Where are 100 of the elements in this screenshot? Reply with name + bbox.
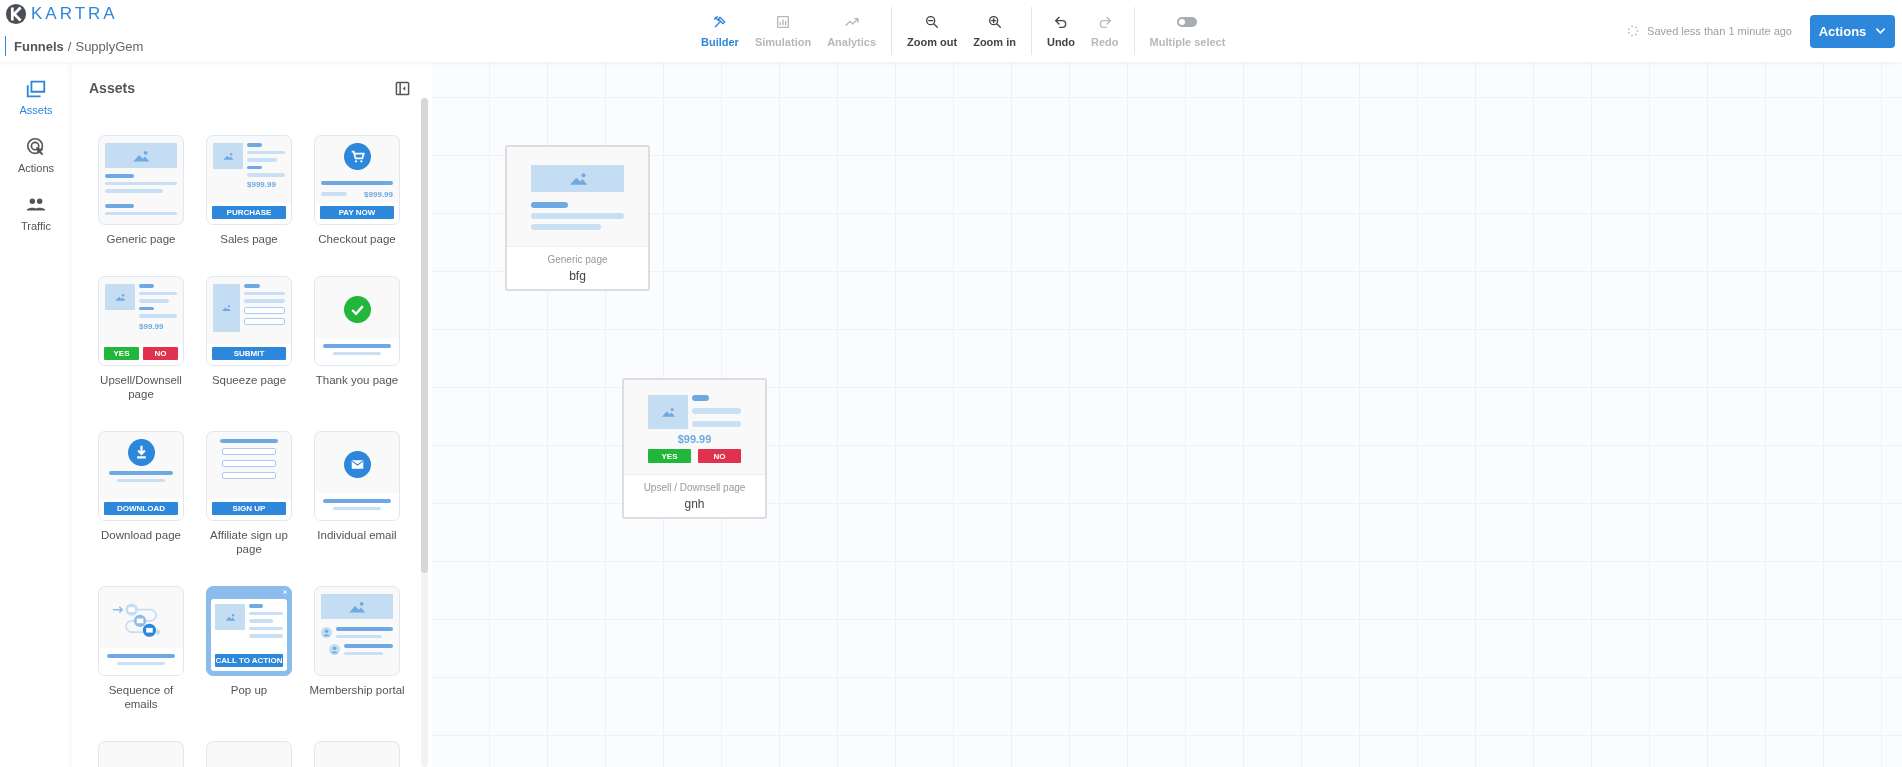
- text-lines-drawing: [344, 644, 393, 655]
- text-lines-drawing: [321, 181, 393, 185]
- button-preview: DOWNLOAD: [104, 502, 178, 515]
- price-text: $99.99: [676, 433, 713, 445]
- asset-label: Membership portal: [309, 683, 405, 697]
- asset-tile[interactable]: [98, 586, 184, 676]
- input-placeholder: [222, 447, 276, 455]
- sidebar-item[interactable]: Traffic: [6, 194, 66, 232]
- logo-icon: [5, 3, 27, 25]
- asset-label: Individual email: [316, 528, 398, 542]
- asset-tile[interactable]: $999.99 PURCHASE: [206, 135, 292, 225]
- envelope-icon: [343, 450, 371, 478]
- text-lines-drawing: [249, 604, 283, 638]
- text-lines-drawing: [105, 174, 177, 215]
- button-preview: PURCHASE: [212, 206, 286, 219]
- zoom-in-icon: [986, 14, 1003, 30]
- asset-tile[interactable]: [314, 276, 400, 366]
- asset-label: Generic page: [105, 232, 177, 246]
- price-text: $999.99: [247, 179, 277, 189]
- image-placeholder: [215, 604, 245, 630]
- page-node[interactable]: Generic page bfg: [505, 145, 650, 291]
- text-lines-drawing: [323, 344, 391, 355]
- asset-tile[interactable]: SIGN UP: [206, 431, 292, 521]
- asset-label: Sales page: [219, 232, 279, 246]
- avatar-icon: [321, 627, 332, 638]
- mode-tab[interactable]: Builder: [695, 14, 745, 48]
- button-preview: NO: [698, 449, 741, 463]
- avatar-icon: [329, 644, 340, 655]
- logo-wordmark: KARTRA: [31, 4, 118, 24]
- checkmark-icon: [343, 295, 371, 323]
- asset-label: Upsell/Downsell page: [99, 373, 183, 401]
- text-lines-drawing: [107, 654, 175, 665]
- button-preview: SUBMIT: [212, 347, 286, 360]
- toggle-label: Multiple select: [1149, 36, 1226, 48]
- image-placeholder: [105, 143, 177, 168]
- node-name: bfg: [568, 269, 587, 283]
- node-type-label: Upsell / Downsell page: [642, 482, 747, 493]
- breadcrumb-separator: /: [67, 38, 72, 54]
- asset-tile[interactable]: [314, 586, 400, 676]
- toolbar-button[interactable]: Undo: [1040, 14, 1082, 48]
- actions-button[interactable]: Actions: [1810, 14, 1895, 48]
- asset-label: Download page: [100, 528, 182, 542]
- button-preview: PAY NOW: [320, 206, 394, 219]
- node-type-label: Generic page: [546, 254, 609, 265]
- asset-tile[interactable]: $999.99 PAY NOW: [314, 135, 400, 225]
- cart-icon: [343, 143, 371, 170]
- input-placeholder: [244, 306, 285, 314]
- image-placeholder: [105, 284, 135, 310]
- asset-label: Thank you page: [314, 373, 400, 387]
- asset-tile[interactable]: SUBMIT: [206, 276, 292, 366]
- image-placeholder: [321, 594, 393, 619]
- asset-label: Sequence of emails: [107, 683, 175, 711]
- asset-tile[interactable]: DOWNLOAD: [98, 431, 184, 521]
- chevron-down-icon: [1875, 27, 1887, 35]
- node-name: gnh: [683, 497, 706, 511]
- asset-tile[interactable]: [98, 135, 184, 225]
- spinner-icon: [1627, 25, 1640, 37]
- input-placeholder: [222, 471, 276, 479]
- toolbar-button[interactable]: Zoom out: [901, 14, 964, 48]
- asset-label: Pop up: [229, 683, 269, 697]
- text-lines-drawing: [323, 499, 391, 510]
- asset-label: Checkout page: [317, 232, 397, 246]
- panel-title: Assets: [89, 80, 135, 96]
- button-preview: YES: [648, 449, 691, 463]
- text-lines-drawing: [247, 143, 285, 177]
- page-node[interactable]: $99.99 YES NO Upsell / Downsell page gnh: [622, 378, 767, 519]
- button-preview: NO: [143, 347, 178, 360]
- scrollbar[interactable]: [421, 98, 428, 767]
- save-status: Saved less than 1 minute ago: [1647, 25, 1792, 37]
- breadcrumb-link[interactable]: Funnels: [14, 38, 64, 54]
- asset-label: Affiliate sign up page: [209, 528, 289, 556]
- price-text: $99.99: [139, 321, 165, 331]
- undo-icon: [1053, 14, 1069, 30]
- text-lines-drawing: [244, 284, 285, 303]
- asset-tile[interactable]: [314, 431, 400, 521]
- image-placeholder: [648, 395, 688, 429]
- zoom-out-icon: [924, 14, 941, 30]
- text-lines-drawing: [336, 627, 393, 638]
- price-text: $999.99: [364, 189, 393, 199]
- collapse-panel-icon[interactable]: [395, 80, 410, 96]
- stacked-windows-icon: [25, 78, 47, 100]
- bar-chart-icon: [775, 14, 791, 30]
- breadcrumb-current: SupplyGem: [75, 38, 144, 54]
- image-placeholder: [213, 284, 240, 332]
- asset-label: Squeeze page: [210, 373, 288, 387]
- asset-tile[interactable]: $99.99 YES NO: [98, 276, 184, 366]
- image-placeholder: [213, 143, 243, 169]
- asset-tile[interactable]: CALL TO ACTION: [206, 586, 292, 676]
- input-placeholder: [244, 317, 285, 325]
- button-preview: SIGN UP: [212, 502, 286, 515]
- download-icon: [127, 439, 155, 466]
- text-lines-drawing: [692, 395, 741, 427]
- tools-icon: [711, 14, 728, 30]
- button-preview: YES: [104, 347, 139, 360]
- close-icon: [282, 589, 288, 595]
- sidebar-item[interactable]: Actions: [6, 136, 66, 174]
- sidebar-item[interactable]: Assets: [6, 78, 66, 116]
- text-lines-drawing: [139, 284, 177, 318]
- button-preview: CALL TO ACTION: [215, 654, 283, 667]
- toolbar-button[interactable]: Zoom in: [967, 14, 1022, 48]
